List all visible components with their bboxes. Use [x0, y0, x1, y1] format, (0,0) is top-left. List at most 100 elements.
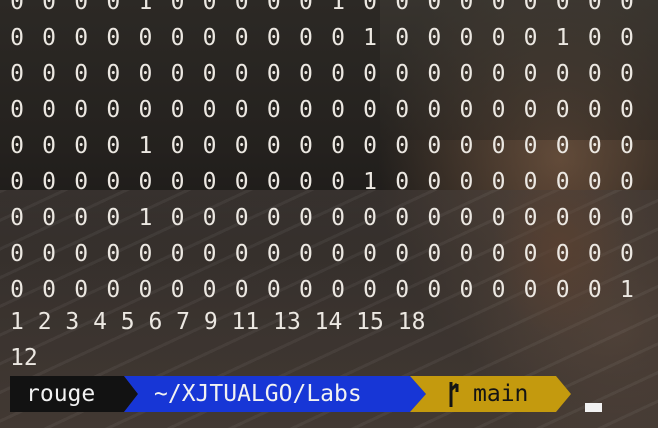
matrix-cell: 0: [555, 241, 570, 267]
matrix-cell: 0: [427, 0, 442, 15]
matrix-cell: 0: [42, 97, 57, 123]
matrix-cell: 0: [298, 241, 313, 267]
matrix-cell: 0: [298, 169, 313, 195]
matrix-cell: 0: [74, 277, 89, 303]
matrix-cell: 0: [202, 277, 217, 303]
matrix-cell: 0: [138, 169, 153, 195]
matrix-cell: 0: [491, 97, 506, 123]
matrix-cell: 1: [138, 0, 153, 15]
matrix-cell: 0: [523, 133, 538, 159]
prompt-branch: main: [473, 381, 529, 407]
matrix-cell: 0: [298, 133, 313, 159]
matrix-cell: 0: [266, 169, 281, 195]
prompt-path: ~/XJTUALGO/Labs: [154, 381, 362, 407]
matrix-cell: 0: [555, 277, 570, 303]
matrix-cell: 0: [587, 241, 602, 267]
matrix-cell: 0: [42, 241, 57, 267]
matrix-cell: 0: [363, 205, 378, 231]
matrix-cell: 0: [523, 241, 538, 267]
matrix-cell: 0: [106, 241, 121, 267]
matrix-cell: 0: [266, 241, 281, 267]
matrix-cell: 0: [266, 25, 281, 51]
matrix-cell: 0: [74, 0, 89, 15]
matrix-cell: 0: [619, 97, 634, 123]
matrix-cell: 0: [138, 241, 153, 267]
matrix-cell: 0: [74, 205, 89, 231]
matrix-cell: 0: [170, 169, 185, 195]
matrix-cell: 0: [42, 0, 57, 15]
matrix-cell: 0: [395, 0, 410, 15]
matrix-cell: 0: [202, 205, 217, 231]
matrix-cell: 0: [10, 241, 24, 267]
matrix-cell: 0: [298, 0, 313, 15]
matrix-cell: 0: [234, 0, 249, 15]
matrix-cell: 0: [106, 25, 121, 51]
matrix-cell: 0: [619, 241, 634, 267]
matrix-cell: 0: [395, 169, 410, 195]
matrix-cell: 0: [555, 97, 570, 123]
matrix-cell: 0: [491, 205, 506, 231]
matrix-cell: 0: [491, 61, 506, 87]
matrix-cell: 1: [138, 205, 153, 231]
matrix-cell: 0: [427, 133, 442, 159]
matrix-cell: 0: [106, 133, 121, 159]
matrix-cell: 0: [427, 205, 442, 231]
matrix-cell: 0: [619, 0, 634, 15]
matrix-cell: 0: [587, 97, 602, 123]
matrix-cell: 0: [10, 0, 24, 15]
matrix-cell: 0: [427, 169, 442, 195]
matrix-cell: 0: [10, 277, 24, 303]
matrix-cell: 0: [202, 61, 217, 87]
matrix-cell: 0: [459, 205, 474, 231]
matrix-cell: 0: [619, 169, 634, 195]
matrix-cell: 0: [106, 0, 121, 15]
matrix-cell: 0: [491, 241, 506, 267]
matrix-cell: 0: [266, 97, 281, 123]
terminal-window[interactable]: 0000100000100000000000000000000100000100…: [0, 0, 658, 428]
matrix-cell: 0: [395, 25, 410, 51]
matrix-cell: 0: [234, 277, 249, 303]
matrix-cell: 0: [331, 25, 345, 51]
matrix-cell: 0: [363, 61, 378, 87]
matrix-cell: 0: [10, 61, 24, 87]
matrix-cell: 0: [266, 61, 281, 87]
matrix-cell: 0: [587, 277, 602, 303]
matrix-cell: 0: [266, 205, 281, 231]
matrix-cell: 0: [555, 61, 570, 87]
matrix-cell: 0: [234, 241, 249, 267]
matrix-cell: 0: [10, 133, 24, 159]
matrix-cell: 0: [170, 205, 185, 231]
matrix-cell: 0: [74, 61, 89, 87]
matrix-cell: 0: [523, 0, 538, 15]
matrix-cell: 0: [74, 97, 89, 123]
matrix-cell: 0: [10, 169, 24, 195]
matrix-cell: 0: [170, 25, 185, 51]
matrix-cell: 0: [202, 169, 217, 195]
matrix-cell: 0: [427, 25, 442, 51]
matrix-cell: 0: [459, 241, 474, 267]
matrix-cell: 0: [170, 97, 185, 123]
matrix-cell: 0: [555, 0, 570, 15]
matrix-cell: 0: [10, 97, 24, 123]
matrix-cell: 0: [202, 25, 217, 51]
matrix-cell: 0: [106, 97, 121, 123]
matrix-cell: 0: [234, 169, 249, 195]
matrix-cell: 0: [587, 169, 602, 195]
matrix-cell: 0: [298, 97, 313, 123]
matrix-cell: 0: [298, 277, 313, 303]
matrix-cell: 0: [491, 133, 506, 159]
matrix-cell: 0: [363, 133, 378, 159]
terminal-cursor: [585, 403, 602, 412]
matrix-cell: 0: [427, 61, 442, 87]
matrix-cell: 0: [138, 25, 153, 51]
matrix-cell: 0: [138, 97, 153, 123]
matrix-cell: 0: [331, 241, 345, 267]
matrix-cell: 0: [395, 97, 410, 123]
matrix-cell: 0: [395, 241, 410, 267]
matrix-cell: 0: [331, 61, 345, 87]
matrix-cell: 0: [202, 241, 217, 267]
matrix-cell: 0: [298, 61, 313, 87]
matrix-cell: 0: [298, 25, 313, 51]
matrix-cell: 0: [491, 0, 506, 15]
matrix-cell: 1: [555, 25, 570, 51]
